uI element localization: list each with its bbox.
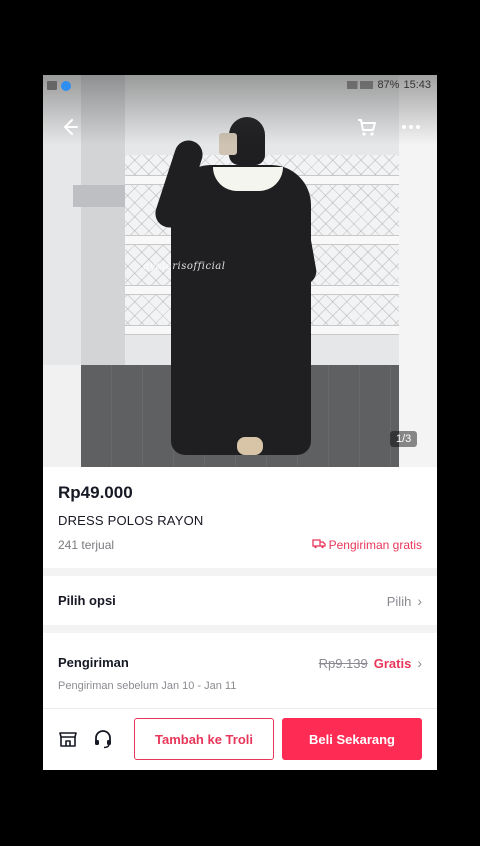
shipping-estimate: Pengiriman sebelum Jan 10 - Jan 11: [58, 680, 237, 692]
image-counter: 1/3: [390, 431, 418, 447]
gallery-icon: [47, 81, 57, 90]
add-to-cart-button[interactable]: Tambah ke Troli: [134, 718, 274, 760]
truck-icon: [311, 538, 326, 552]
product-title: DRESS POLOS RAYON: [58, 513, 204, 528]
status-right: 87% 15:43: [347, 79, 431, 91]
shipping-old-price: Rp9.139: [318, 655, 368, 671]
divider: [43, 568, 437, 576]
status-time: 15:43: [403, 79, 431, 91]
product-image[interactable]: ayalarisofficial 87% 15:43 1/3: [43, 75, 437, 467]
model-feet: [237, 437, 263, 455]
product-price: Rp49.000: [58, 483, 133, 502]
chevron-right-icon: ›: [417, 593, 422, 609]
status-notifications: [47, 81, 71, 91]
shipping-free: Gratis: [373, 655, 412, 671]
status-bar: 87% 15:43: [43, 79, 437, 95]
shipping-details[interactable]: Rp9.139 Gratis ›: [319, 655, 422, 671]
shipping-label: Pengiriman: [58, 655, 129, 670]
image-pillar-cap: [73, 185, 133, 207]
more-icon[interactable]: [397, 113, 425, 141]
image-watermark: ayalarisofficial: [143, 261, 226, 272]
cart-icon[interactable]: [353, 113, 381, 141]
signal-icon: [347, 81, 374, 89]
free-shipping-badge: Pengiriman gratis: [311, 538, 422, 552]
options-action: Pilih: [386, 593, 412, 609]
chevron-right-icon: ›: [417, 655, 422, 671]
notification-icon: [61, 81, 71, 91]
headset-icon[interactable]: [91, 727, 115, 751]
bottom-action-bar: Tambah ke Troli Beli Sekarang: [43, 708, 437, 770]
options-select[interactable]: Pilih ›: [387, 593, 422, 609]
battery-level: 87%: [377, 79, 400, 91]
buy-now-button[interactable]: Beli Sekarang: [282, 718, 422, 760]
options-label: Pilih opsi: [58, 593, 116, 608]
divider: [43, 625, 437, 633]
shop-icon[interactable]: [56, 727, 80, 751]
back-arrow-icon[interactable]: [55, 113, 83, 141]
product-screen: ayalarisofficial 87% 15:43 1/3 Rp49.000 …: [43, 75, 437, 770]
sold-count: 241 terjual: [58, 538, 115, 552]
free-shipping-label: Pengiriman gratis: [328, 538, 422, 552]
model-dress: [171, 165, 311, 455]
